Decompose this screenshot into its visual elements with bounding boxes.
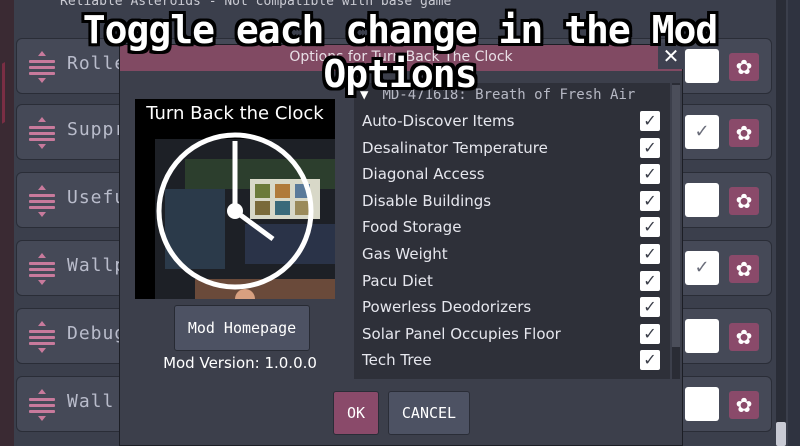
mod-options-dialog: Options for Turn Back The Clock ✕ Turn B…: [119, 43, 684, 446]
mod-enable-checkbox[interactable]: ✓: [685, 115, 719, 149]
option-label: Solar Panel Occupies Floor: [362, 324, 561, 343]
option-checkbox[interactable]: ✓: [640, 217, 660, 238]
option-label: Gas Weight: [362, 245, 448, 263]
cancel-button[interactable]: CANCEL: [388, 391, 470, 435]
option-item[interactable]: Food Storage ✓: [362, 215, 668, 241]
gear-icon[interactable]: ✿: [729, 323, 759, 351]
option-item[interactable]: Solar Panel Occupies Floor ✓: [362, 322, 668, 348]
clock-face-icon: [156, 132, 314, 290]
option-item[interactable]: Pacu Diet ✓: [362, 269, 668, 295]
gear-icon[interactable]: ✿: [729, 255, 759, 283]
option-label: Tech Tree: [362, 351, 432, 370]
drag-handle-icon[interactable]: [29, 185, 55, 217]
ok-button[interactable]: OK: [333, 391, 379, 435]
option-checkbox[interactable]: ✓: [640, 297, 660, 318]
mod-enable-checkbox[interactable]: [685, 183, 719, 217]
mod-preview-image: Turn Back the Clock: [135, 99, 335, 299]
mod-enable-checkbox[interactable]: [685, 319, 719, 353]
options-list: ▼ MD-471618: Breath of Fresh Air Auto-Dis…: [354, 83, 670, 379]
option-checkbox[interactable]: ✓: [640, 350, 660, 371]
option-label: Auto-Discover Items: [362, 112, 515, 130]
drag-handle-icon[interactable]: [29, 389, 55, 421]
gear-icon[interactable]: ✿: [729, 391, 759, 419]
caption-overlay: Toggle each change in the Mod Options: [82, 8, 718, 96]
option-checkbox[interactable]: ✓: [640, 323, 660, 344]
option-label: Desalinator Temperature: [362, 138, 548, 157]
option-item[interactable]: Powerless Deodorizers ✓: [362, 295, 668, 321]
option-checkbox[interactable]: ✓: [640, 137, 660, 158]
option-checkbox[interactable]: ✓: [640, 270, 660, 291]
mod-version-text: Mod Version: 1.0.0.0: [163, 354, 317, 372]
gear-icon[interactable]: ✿: [729, 119, 759, 147]
option-item[interactable]: Gas Weight ✓: [362, 242, 668, 268]
mod-enable-checkbox[interactable]: ✓: [685, 251, 719, 285]
gear-icon[interactable]: ✿: [729, 187, 759, 215]
option-checkbox[interactable]: ✓: [640, 244, 660, 264]
option-label: Diagonal Access: [362, 165, 485, 184]
option-item[interactable]: Desalinator Temperature ✓: [362, 136, 668, 162]
option-item[interactable]: Disable Buildings ✓: [362, 189, 668, 215]
drag-handle-icon[interactable]: [29, 117, 55, 149]
option-checkbox[interactable]: ✓: [640, 164, 660, 185]
option-label: Powerless Deodorizers: [362, 298, 532, 317]
mod-homepage-button[interactable]: Mod Homepage: [174, 305, 310, 351]
mod-row-label: Debug: [67, 323, 127, 344]
options-list-scroll-thumb[interactable]: [672, 85, 680, 347]
option-item[interactable]: Diagonal Access ✓: [362, 162, 668, 188]
option-item[interactable]: Auto-Discover Items ✓: [362, 109, 668, 135]
drag-handle-icon[interactable]: [29, 253, 55, 285]
option-label: Disable Buildings: [362, 191, 492, 210]
option-label: Food Storage: [362, 218, 462, 237]
mod-list-scroll-thumb[interactable]: [776, 422, 786, 446]
drag-handle-icon[interactable]: [29, 321, 55, 353]
option-label: Pacu Diet: [362, 271, 433, 290]
option-checkbox[interactable]: ✓: [640, 111, 660, 131]
option-checkbox[interactable]: ✓: [640, 190, 660, 211]
option-item[interactable]: Tech Tree ✓: [362, 348, 668, 374]
mod-enable-checkbox[interactable]: [685, 387, 719, 421]
